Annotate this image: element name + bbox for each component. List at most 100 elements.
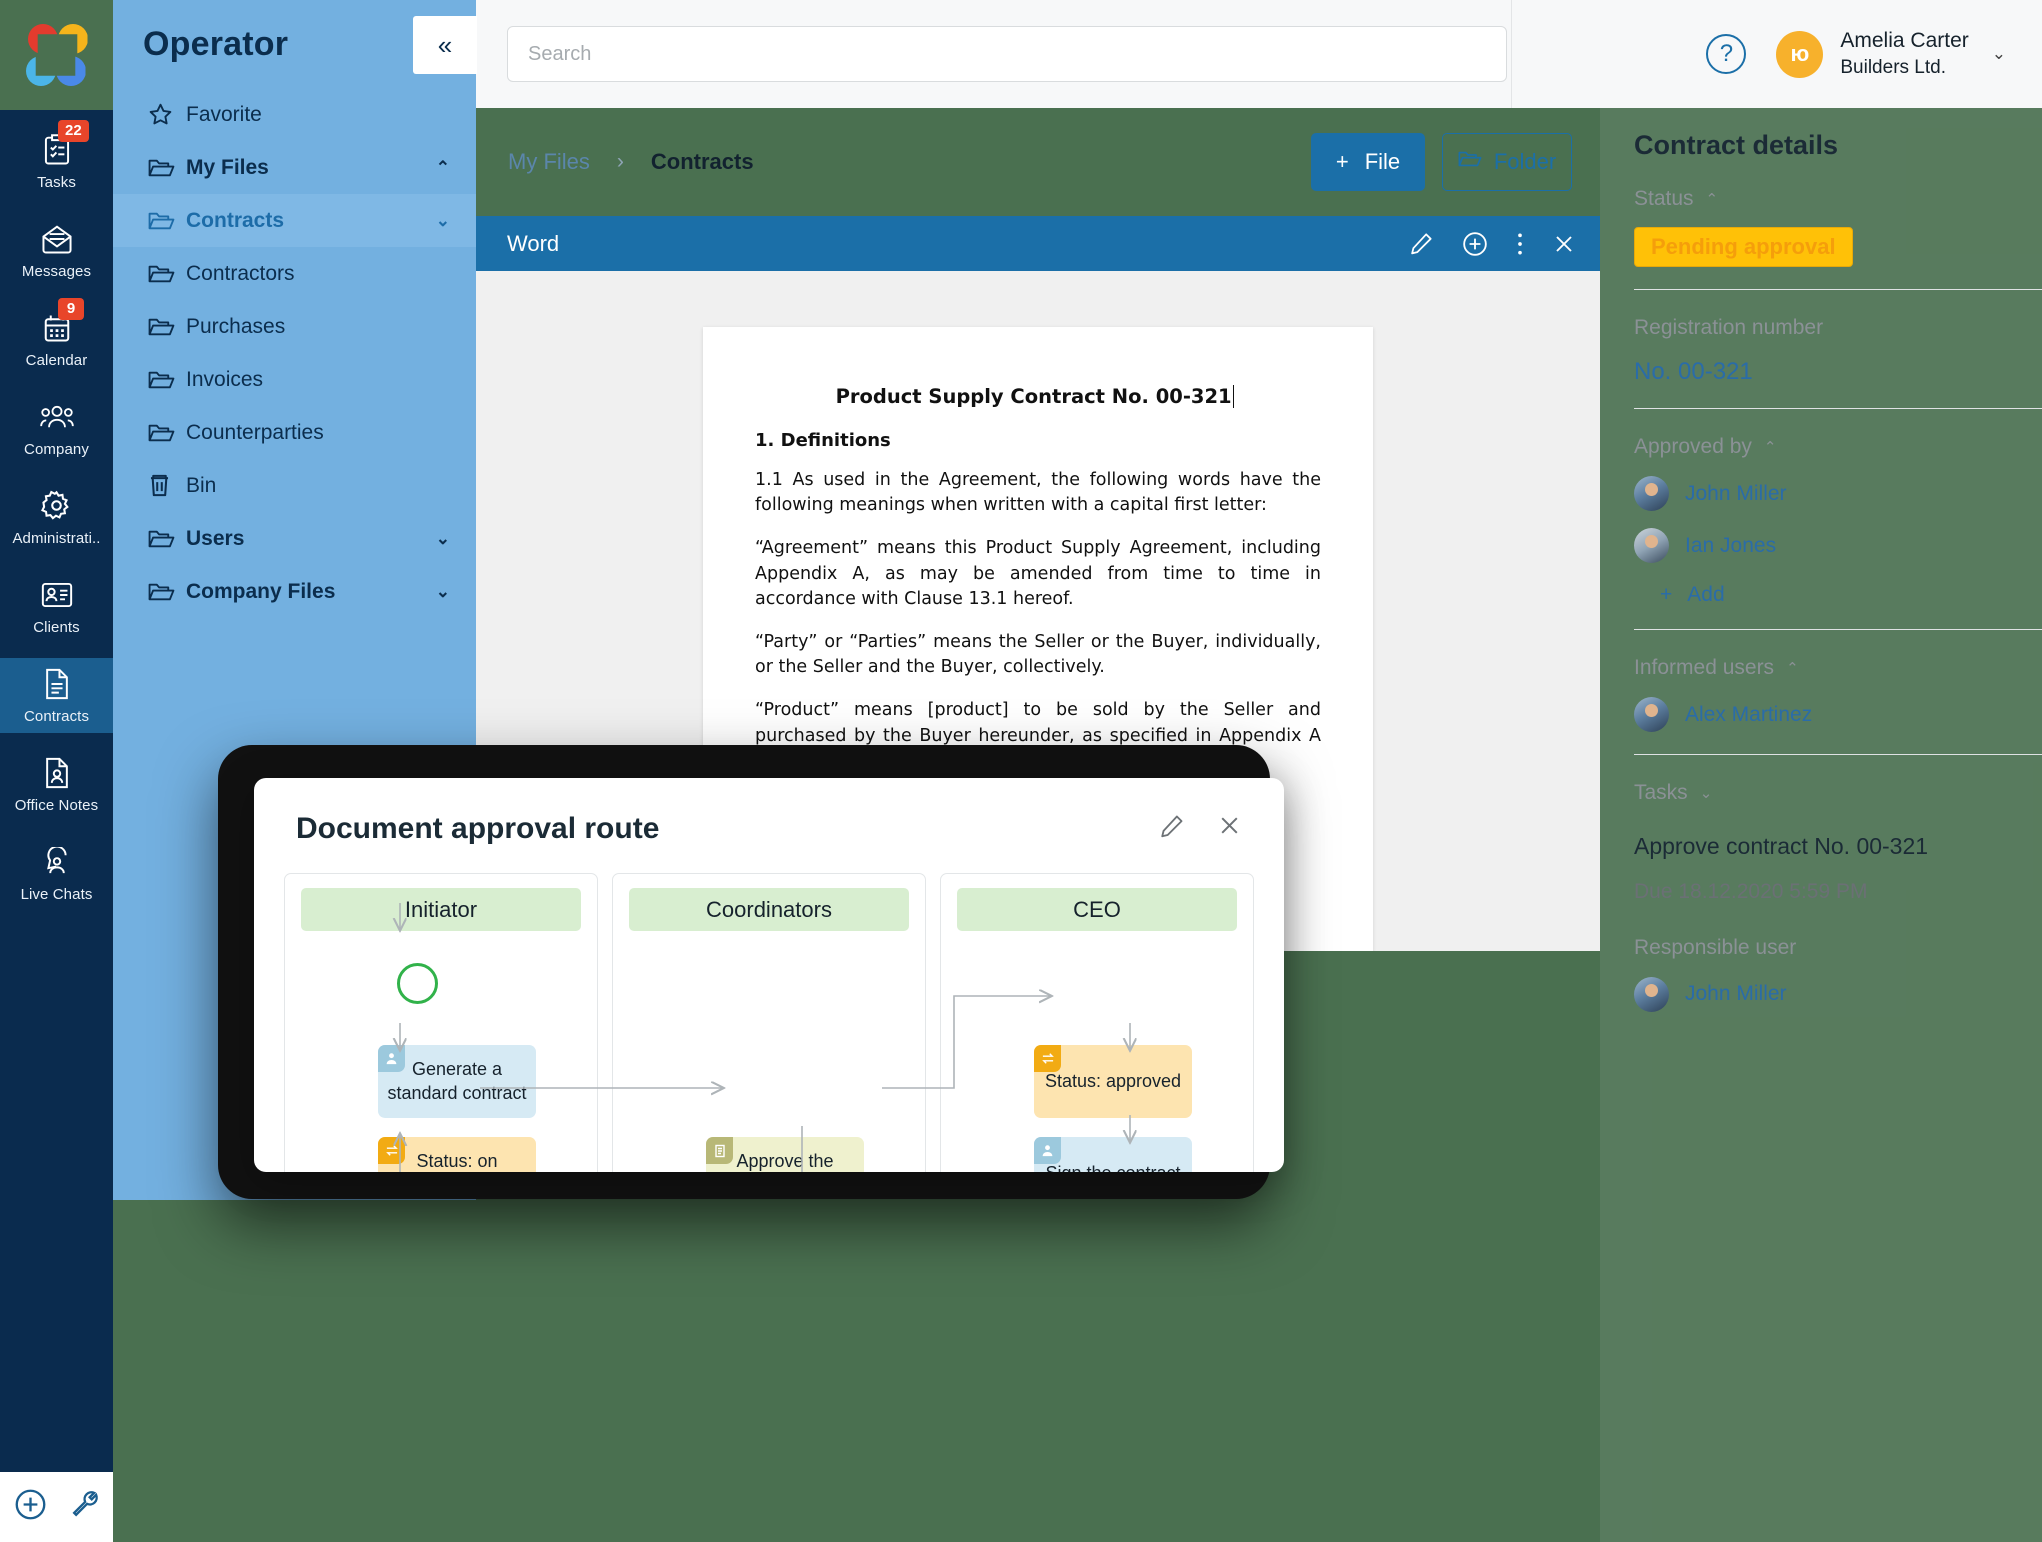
chevron-up-icon[interactable]: ⌃ [1706,190,1719,208]
add-folder-button[interactable]: Folder [1442,133,1572,191]
list-item[interactable]: Ian Jones [1634,528,2018,563]
folder-item-company-files[interactable]: Company Files ⌄ [113,565,476,618]
close-icon[interactable] [1552,232,1576,256]
chevron-up-icon[interactable]: ⌃ [1786,659,1799,677]
left-icon-rail: 22 Tasks Messages 9 Calendar Company Adm… [0,0,113,1542]
node-label: Status: approved [1044,1070,1182,1091]
folder-icon [1458,149,1482,175]
app-logo-ring [25,24,88,86]
avatar [1634,976,1669,1012]
lane-header-initiator: Initiator [301,888,581,931]
folder-item-users[interactable]: Users ⌄ [113,512,476,565]
live-chats-icon [41,845,73,879]
file-viewer-title: Word [507,230,560,256]
trash-icon [148,473,186,498]
sidebar-item-calendar[interactable]: 9 Calendar [0,298,113,377]
user-name: Amelia Carter [1840,29,1969,52]
registration-label: Registration number [1634,316,1824,339]
node-sign-the-contract[interactable]: Sign the contract [1034,1137,1192,1172]
informed-users-label[interactable]: Informed users ⌃ [1634,656,2018,680]
folder-item-counterparties[interactable]: Counterparties [113,406,476,459]
folder-label-invoices: Invoices [186,367,264,391]
chevron-up-icon[interactable]: ⌃ [436,158,450,178]
contract-details-panel: Contract details Status ⌃ Pending approv… [1600,104,2042,1542]
breadcrumb-my-files[interactable]: My Files [508,149,590,175]
folder-label-counterparties: Counterparties [186,420,324,444]
breadcrumb-actions: + File Folder [1311,133,1572,191]
tasks-badge: 22 [58,120,89,142]
sidebar-label-messages: Messages [21,262,92,280]
node-generate-standard-contract[interactable]: Generate a standard contract [378,1045,536,1118]
chevron-down-icon[interactable]: ⌄ [436,529,450,549]
sidebar-item-administration[interactable]: Administrati.. [0,480,113,555]
folder-item-favorite[interactable]: Favorite [113,88,476,141]
sidebar-item-tasks[interactable]: 22 Tasks [0,120,113,199]
node-approve-the-contract[interactable]: Approve the contract [706,1137,864,1172]
sidebar-item-live-chats[interactable]: Live Chats [0,836,113,911]
app-logo[interactable] [0,0,113,110]
approved-by-label[interactable]: Approved by ⌃ [1634,435,2018,459]
search-container [476,26,1507,82]
chevron-down-icon[interactable]: ⌄ [1992,44,2006,64]
pencil-icon[interactable] [1409,231,1434,256]
node-status-on-approval[interactable]: Status: on approval [378,1137,536,1172]
list-item[interactable]: John Miller [1634,976,2018,1012]
wrench-icon[interactable] [69,1489,100,1525]
list-item[interactable]: Alex Martinez [1634,697,2018,732]
folder-item-my-files[interactable]: My Files ⌃ [113,141,476,194]
chevron-double-left-icon[interactable]: « [413,16,477,74]
chevron-down-icon[interactable]: ⌄ [436,211,450,231]
tasks-label[interactable]: Tasks ⌄ [1634,781,2018,805]
plus-circle-icon[interactable] [14,1488,47,1526]
breadcrumb-bar: My Files › Contracts + File Folder [476,108,1600,216]
top-bar: ? ю Amelia Carter Builders Ltd. ⌄ [476,0,2042,108]
tasks-section: Tasks ⌄ Approve contract No. 00-321 Due … [1634,755,2042,1034]
sidebar-item-company[interactable]: Company [0,391,113,466]
sidebar-item-office-notes[interactable]: Office Notes [0,747,113,822]
folder-icon [148,528,186,550]
sidebar-item-contracts[interactable]: Contracts [0,658,113,733]
registration-value[interactable]: No. 00-321 [1634,358,2018,386]
lane-body-ceo: Status: approved Sign the contract Send … [957,931,1237,1172]
node-status-approved[interactable]: Status: approved [1034,1045,1192,1118]
informed-users-section: Informed users ⌃ Alex Martinez [1634,630,2042,755]
topbar-right-group: ? ю Amelia Carter Builders Ltd. ⌄ [1512,29,2042,79]
add-file-button[interactable]: + File [1311,133,1425,191]
folder-item-bin[interactable]: Bin [113,459,476,512]
list-item[interactable]: John Miller [1634,476,2018,511]
folder-item-contracts[interactable]: Contracts ⌄ [113,194,476,247]
user-task-icon [378,1045,405,1072]
breadcrumb-separator: › [616,150,624,173]
user-text-block: Amelia Carter Builders Ltd. [1840,29,1968,79]
folder-item-purchases[interactable]: Purchases [113,300,476,353]
folder-icon [148,369,186,391]
sidebar-item-messages[interactable]: Messages [0,213,113,288]
status-badge[interactable]: Pending approval [1634,227,1853,267]
sidebar-item-clients[interactable]: Clients [0,569,113,644]
folder-item-contractors[interactable]: Contractors [113,247,476,300]
chevron-down-icon[interactable]: ⌄ [1700,784,1713,802]
document-title: Product Supply Contract No. 00-321 [755,385,1321,408]
close-icon[interactable] [1217,813,1242,845]
avatar [1634,697,1669,732]
messages-icon [41,222,73,256]
chevron-up-icon[interactable]: ⌃ [1764,438,1777,456]
kebab-menu-icon[interactable] [1516,231,1524,257]
add-folder-label: Folder [1493,149,1557,174]
add-approver-button[interactable]: + Add [1634,583,2018,607]
task-title[interactable]: Approve contract No. 00-321 [1634,829,2018,864]
clients-card-icon [41,578,73,612]
question-circle-icon[interactable]: ? [1706,34,1747,74]
pencil-icon[interactable] [1159,813,1185,846]
search-input[interactable] [507,26,1507,82]
folder-item-invoices[interactable]: Invoices [113,353,476,406]
sidebar-label-company: Company [24,440,89,458]
breadcrumb-contracts[interactable]: Contracts [651,149,754,175]
user-menu[interactable]: ю Amelia Carter Builders Ltd. ⌄ [1776,29,2006,79]
chevron-down-icon[interactable]: ⌄ [436,582,450,602]
plus-circle-icon[interactable] [1462,231,1488,257]
status-section-label[interactable]: Status ⌃ [1634,187,2018,211]
page-title: Contract details [1634,130,1839,160]
folder-icon [148,263,186,285]
user-task-icon [1034,1137,1061,1164]
